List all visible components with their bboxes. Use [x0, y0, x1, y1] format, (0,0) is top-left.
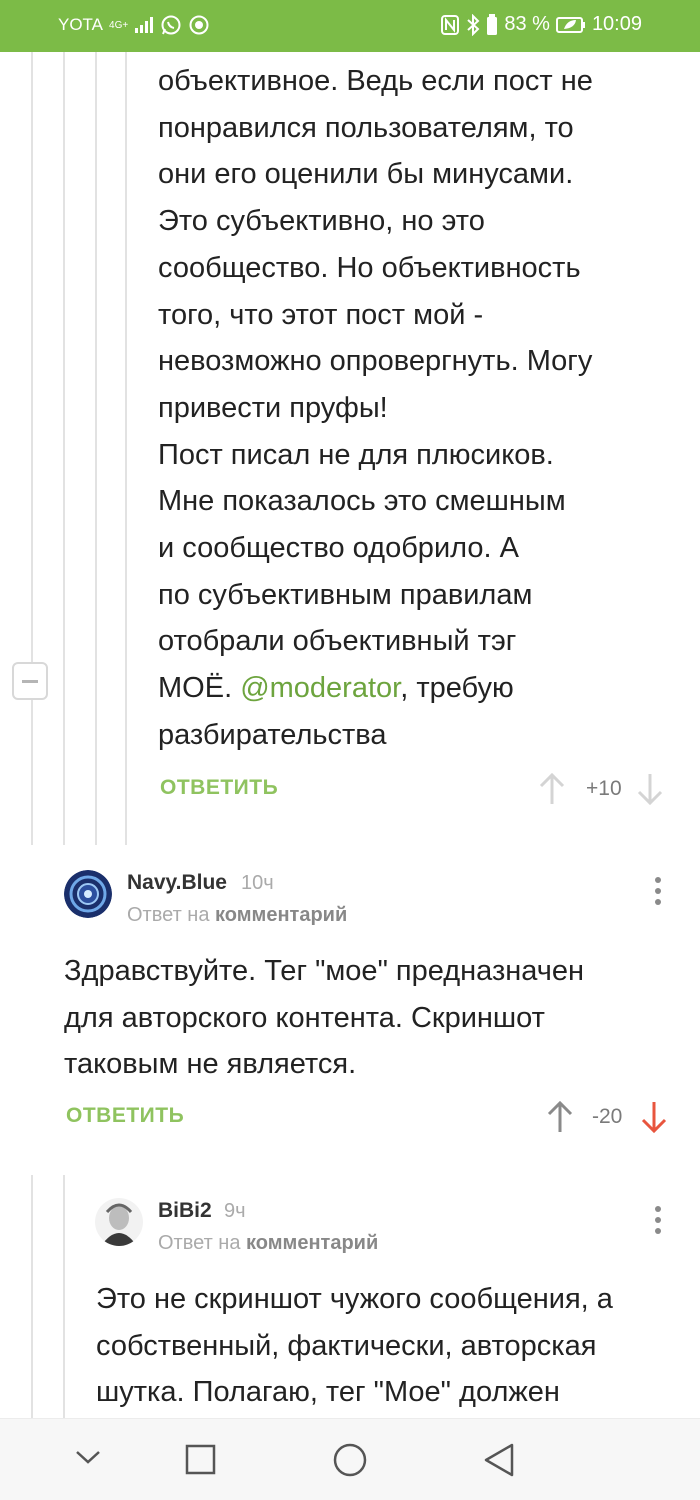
comment-line: невозможно опровергнуть. Могу: [158, 345, 593, 378]
collapse-thread-button[interactable]: [12, 662, 48, 700]
collapse-chevron-icon[interactable]: [74, 1447, 102, 1467]
comment-time: 10ч: [241, 872, 274, 894]
reply-to-prefix: Ответ на: [127, 904, 216, 926]
whatsapp-icon: [161, 15, 181, 35]
media-icon: [189, 15, 209, 35]
bluetooth-icon: [467, 13, 480, 36]
reply-to-line: Ответ на комментарий: [127, 904, 347, 927]
avatar-image: [64, 870, 112, 918]
comment-body: Здравствуйте. Тег "мое" предназначен для…: [64, 948, 584, 1088]
vote-score: -20: [592, 1105, 623, 1128]
power-saving-icon: [555, 16, 585, 33]
thread-line: [63, 52, 65, 845]
comment-line: того, что этот пост мой -: [158, 298, 484, 331]
thread-line: [125, 52, 127, 845]
comment-line: Здравствуйте. Тег "мое" предназначен: [64, 955, 585, 987]
mention-link[interactable]: @moderator: [240, 672, 400, 704]
comment-line: привести пруфы!: [158, 391, 388, 424]
comment-text: МОЁ.: [158, 672, 241, 705]
comment-line: разбирательства: [158, 718, 387, 751]
network-type: 4G+: [109, 19, 129, 31]
comment-line: Это не скриншот чужого сообщения, а: [96, 1283, 613, 1315]
recents-square-icon[interactable]: [185, 1444, 217, 1476]
thread-line: [31, 52, 33, 662]
battery-icon: [487, 13, 498, 35]
signal-icon: [135, 17, 154, 33]
comment-line: шутка. Полагаю, тег "Мое" должен: [96, 1376, 560, 1409]
comment-line: сообщество. Но объективность: [158, 251, 581, 284]
comment-line: они его оценили бы минусами.: [158, 158, 574, 191]
upvote-icon[interactable]: [538, 772, 566, 806]
comment-line: понравился пользователям, то: [158, 111, 574, 144]
comment-line: объективное. Ведь если пост не: [158, 65, 593, 97]
comment-line: таковым не является.: [64, 1048, 357, 1081]
comment-line: собственный, фактически, авторская: [96, 1329, 597, 1362]
status-right: 83 % 10:09: [440, 13, 642, 36]
thread-line: [31, 1175, 33, 1418]
vote-bar: +10: [538, 772, 664, 806]
comment-body: объективное. Ведь если пост не понравилс…: [158, 58, 593, 759]
avatar-image: [95, 1198, 143, 1246]
downvote-icon[interactable]: [636, 772, 664, 806]
more-options-icon[interactable]: [655, 1206, 663, 1239]
thread-line: [31, 700, 33, 845]
more-options-icon[interactable]: [655, 877, 663, 910]
avatar[interactable]: [64, 870, 112, 918]
status-bar: YOTA 4G+ 83 % 10:09: [0, 0, 700, 52]
comment-line: для авторского контента. Скриншот: [64, 1001, 545, 1034]
thread-line: [95, 52, 97, 845]
back-triangle-icon[interactable]: [482, 1442, 516, 1478]
comment-line: отобрали объективный тэг: [158, 625, 517, 658]
comment-time: 9ч: [224, 1200, 246, 1222]
status-left: YOTA 4G+: [58, 14, 210, 36]
comment-author[interactable]: BiBi2: [158, 1199, 212, 1223]
comment-line: Пост писал не для плюсиков.: [158, 438, 554, 471]
reply-to-prefix: Ответ на: [158, 1232, 247, 1254]
comment-author[interactable]: Navy.Blue: [127, 871, 227, 895]
comment-line: МОЁ. @moderator, требую: [158, 665, 593, 712]
comment-line: по субъективным правилам: [158, 578, 533, 611]
upvote-icon[interactable]: [546, 1100, 574, 1134]
nfc-icon: [441, 14, 460, 35]
vote-score: +10: [586, 777, 622, 800]
battery-percent: 83 %: [504, 13, 550, 35]
avatar[interactable]: [95, 1198, 143, 1246]
home-circle-icon[interactable]: [332, 1442, 368, 1478]
clock: 10:09: [591, 13, 642, 35]
comment-text: , требую: [400, 672, 514, 705]
comment-line: и сообщество одобрило. А: [158, 532, 519, 565]
downvote-icon[interactable]: [640, 1100, 668, 1134]
thread-line: [63, 1175, 65, 1418]
comment-line: Мне показалось это смешным: [158, 485, 566, 518]
reply-button[interactable]: ОТВЕТИТЬ: [160, 776, 278, 800]
reply-to-link[interactable]: комментарий: [215, 904, 347, 926]
comment-line: Это субъективно, но это: [158, 205, 485, 238]
reply-to-line: Ответ на комментарий: [158, 1232, 378, 1255]
reply-to-link[interactable]: комментарий: [246, 1232, 378, 1254]
reply-button[interactable]: ОТВЕТИТЬ: [66, 1104, 184, 1128]
comment-body: Это не скриншот чужого сообщения, а собс…: [96, 1276, 613, 1416]
vote-bar: -20: [546, 1100, 668, 1134]
carrier-label: YOTA: [58, 15, 104, 34]
system-nav-bar: [0, 1418, 700, 1500]
